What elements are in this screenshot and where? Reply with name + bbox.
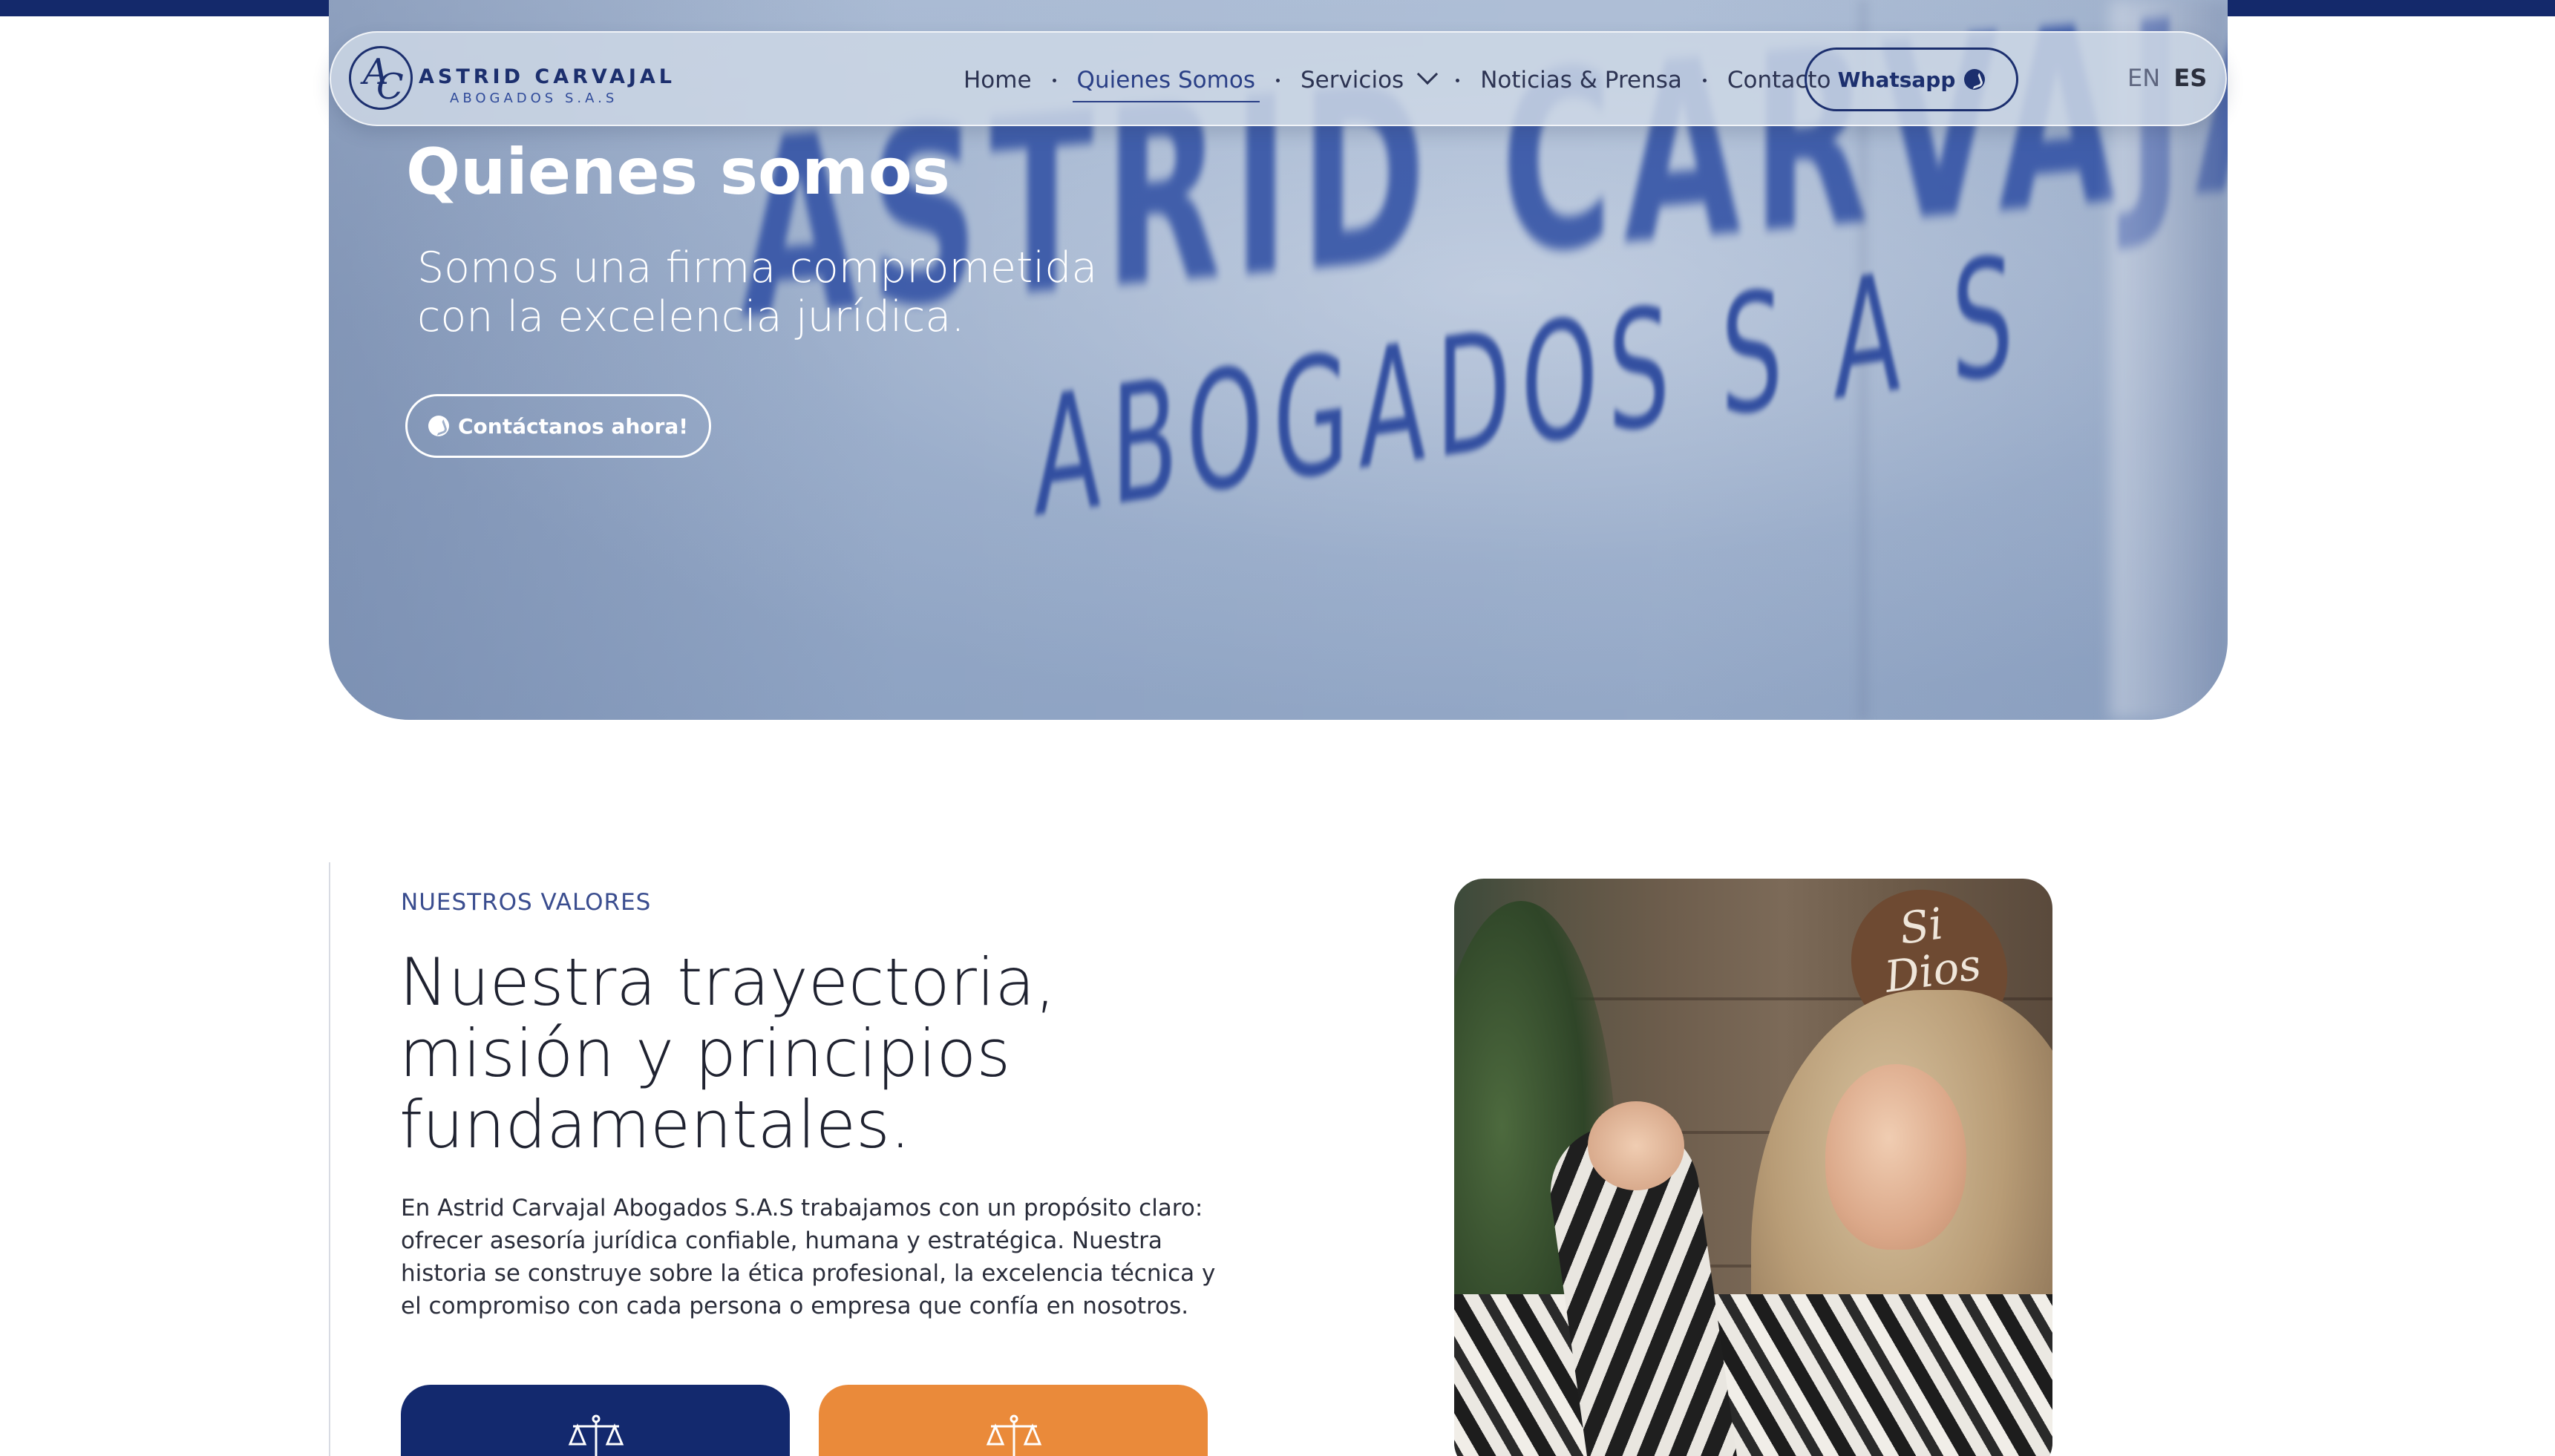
- whatsapp-button-label: Whatsapp: [1837, 67, 1956, 92]
- lang-es-option[interactable]: ES: [2173, 64, 2207, 92]
- lang-en-option[interactable]: EN: [2127, 64, 2160, 92]
- nav-item-servicios-label: Servicios: [1300, 67, 1404, 94]
- contact-now-button[interactable]: Contáctanos ahora!: [405, 394, 711, 458]
- section-divider-line: [329, 862, 330, 1456]
- language-switcher: EN ES: [2127, 64, 2207, 92]
- portrait-fist: [1588, 1101, 1684, 1190]
- nav-separator: [1702, 78, 1707, 82]
- value-card-orange[interactable]: [819, 1385, 1208, 1456]
- section-title: Nuestra trayectoria, misión y principios…: [399, 944, 1056, 1163]
- nav-separator: [1052, 78, 1056, 82]
- chevron-down-icon: [1417, 63, 1439, 85]
- whatsapp-button[interactable]: Whatsapp: [1805, 47, 2018, 111]
- portrait-shirt: [1454, 1294, 2052, 1456]
- logo-name[interactable]: ASTRID CARVAJAL: [419, 65, 675, 88]
- logo-subtitle: ABOGADOS S.A.S: [450, 91, 618, 106]
- nav-item-noticias-prensa[interactable]: Noticias & Prensa: [1476, 61, 1687, 99]
- nav-menu: Home Quienes Somos Servicios Noticias & …: [959, 33, 1835, 128]
- logo-monogram-icon[interactable]: A C: [349, 46, 413, 110]
- nav-separator: [1456, 78, 1460, 82]
- main-navbar: A C ASTRID CARVAJAL ABOGADOS S.A.S Home …: [330, 31, 2227, 126]
- section-body: En Astrid Carvajal Abogados S.A.S trabaj…: [401, 1195, 1216, 1319]
- nav-separator: [1275, 78, 1280, 82]
- scale-icon: [986, 1414, 1042, 1456]
- monogram-letter-c: C: [376, 66, 404, 108]
- whatsapp-icon: [428, 416, 449, 436]
- section-eyebrow: NUESTROS VALORES: [401, 889, 652, 916]
- page-title: Quienes somos: [406, 135, 950, 209]
- whatsapp-icon: [1964, 69, 1986, 90]
- portrait-face: [1825, 1064, 1966, 1250]
- lawyer-portrait-photo: Si Dios ijo: [1454, 879, 2052, 1456]
- value-card-navy[interactable]: [401, 1385, 790, 1456]
- hero-subtitle: Somos una firma comprometida con la exce…: [417, 243, 1098, 341]
- nav-item-servicios[interactable]: Servicios: [1296, 61, 1439, 99]
- scale-icon: [568, 1414, 624, 1456]
- nav-item-quienes-somos[interactable]: Quienes Somos: [1072, 61, 1260, 102]
- nav-item-home[interactable]: Home: [959, 61, 1036, 99]
- contact-now-label: Contáctanos ahora!: [458, 413, 688, 439]
